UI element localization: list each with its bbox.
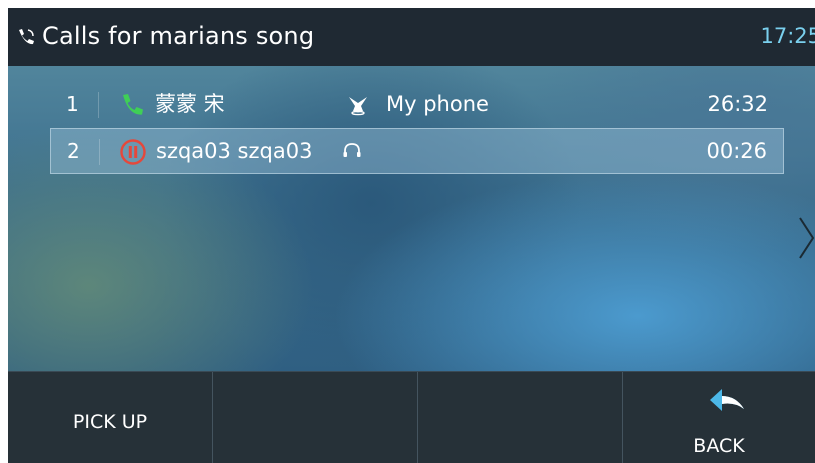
mobile-link-icon [349,97,367,116]
back-arrow-icon [710,389,744,411]
call-row[interactable]: 2 szqa03 szqa03 00:26 [50,128,784,174]
softkey-2[interactable] [213,372,418,463]
phone-screen: Calls for marians song 17:25 1 蒙蒙 宋 My p… [8,8,815,463]
softkey-label: BACK [693,435,745,457]
chevron-right-icon[interactable] [799,216,815,260]
call-index: 1 [66,92,79,116]
call-list: 1 蒙蒙 宋 My phone 26:32 2 szqa03 szqa03 00… [8,66,815,371]
back-button[interactable]: BACK [623,372,815,463]
row-divider [99,139,100,165]
softkey-3[interactable] [418,372,623,463]
caller-name: 蒙蒙 宋 [155,92,225,116]
caller-name: szqa03 szqa03 [156,139,313,163]
call-row[interactable]: 1 蒙蒙 宋 My phone 26:32 [50,82,784,128]
pick-up-button[interactable]: PICK UP [8,372,213,463]
softkey-label: PICK UP [72,411,148,433]
title-bar: Calls for marians song 17:25 [8,8,815,66]
page-title: Calls for marians song [42,22,315,50]
phone-icon [123,94,143,115]
call-duration: 26:32 [707,92,768,116]
phone-calls-icon [19,29,34,45]
row-divider [98,92,99,118]
call-duration: 00:26 [706,139,767,163]
softkey-bar: PICK UP BACK [8,371,815,463]
line-label: My phone [386,92,489,116]
clock: 17:25 [760,24,815,48]
headset-icon [343,143,361,157]
call-index: 2 [67,139,80,163]
hold-icon [120,139,146,165]
